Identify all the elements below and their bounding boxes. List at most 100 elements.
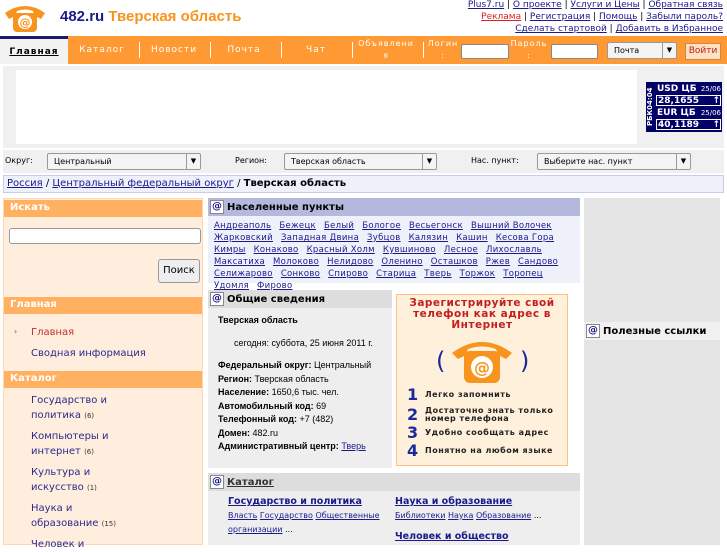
banner-ad-slot[interactable] xyxy=(16,70,637,144)
ad-benefit: 3 Удобно сообщать адрес xyxy=(407,423,549,442)
catalog-section-science: Наука и образование Библиотеки Наука Обра… xyxy=(395,496,542,520)
search-button[interactable]: Поиск xyxy=(158,259,200,283)
town-link[interactable]: Сонково xyxy=(281,269,320,279)
service-select[interactable]: Почта ▼ xyxy=(607,42,677,59)
town-link[interactable]: Конаково xyxy=(254,245,299,255)
login-input[interactable] xyxy=(461,44,509,59)
usd-value: 28,1655 xyxy=(658,95,699,106)
top-links-row2: Реклама | Регистрация | Помощь | Забыли … xyxy=(481,12,723,22)
svg-text:(: ( xyxy=(436,347,445,375)
catalog-link[interactable]: Библиотеки xyxy=(395,511,445,520)
currency-widget[interactable]: РБК04:04 USD ЦБ 25/06 28,1655 ↑ EUR ЦБ 25/0… xyxy=(646,82,722,132)
link-about[interactable]: О проекте xyxy=(513,0,562,10)
top-links-row3: Сделать стартовой | Добавить в Избранное xyxy=(515,24,723,34)
nav-tab-chat[interactable]: Чат xyxy=(284,36,348,64)
town-link[interactable]: Западная Двина xyxy=(281,233,359,243)
town-link[interactable]: Старица xyxy=(376,269,416,279)
breadcrumb-okrug[interactable]: Центральный федеральный округ xyxy=(52,178,233,189)
place-select[interactable]: Выберите нас. пункт ▼ xyxy=(537,153,691,170)
sidebar-cat-politics[interactable]: Государство и политика (6) xyxy=(31,393,131,424)
sidebar-cat-culture[interactable]: Культура и искусство (1) xyxy=(31,465,131,496)
catalog-section-title[interactable]: Наука и образование xyxy=(395,496,512,507)
sidebar-item-home[interactable]: Главная xyxy=(31,325,74,340)
link-help[interactable]: Помощь xyxy=(599,12,637,22)
info-panel: @ Общие сведения Тверская область сегодня… xyxy=(208,290,392,468)
town-link[interactable]: Калязин xyxy=(409,233,449,243)
ad-benefit: 4 Понятно на любом языке xyxy=(407,441,553,460)
town-link[interactable]: Тверь xyxy=(424,269,451,279)
link-feedback[interactable]: Обратная связь xyxy=(648,0,723,10)
town-link[interactable]: Бологое xyxy=(362,221,401,231)
nav-tab-catalog[interactable]: Каталог xyxy=(70,36,134,64)
link-forgot-password[interactable]: Забыли пароль? xyxy=(646,12,723,22)
login-button[interactable]: Войти xyxy=(685,43,721,60)
info-row-center: Административный центр: Тверь xyxy=(218,441,366,451)
catalog-section-title[interactable]: Государство и политика xyxy=(228,496,362,507)
sidebar-cat-science[interactable]: Наука и образование (15) xyxy=(31,501,131,532)
link-register[interactable]: Регистрация xyxy=(530,12,590,22)
nav-tab-ads[interactable]: Объявлени я xyxy=(356,36,416,64)
ad-benefit: 1 Легко запомнить xyxy=(407,385,511,404)
region-select[interactable]: Тверская область ▼ xyxy=(284,153,437,170)
nav-tab-home[interactable]: Главная xyxy=(0,36,68,64)
town-link[interactable]: Сандово xyxy=(518,257,558,267)
at-icon: @ xyxy=(210,475,224,489)
town-link[interactable]: Осташков xyxy=(431,257,478,267)
town-link[interactable]: Весьегонск xyxy=(409,221,463,231)
at-icon: @ xyxy=(586,324,600,338)
link-add-favorites[interactable]: Добавить в Избранное xyxy=(616,24,723,34)
town-link[interactable]: Оленино xyxy=(381,257,422,267)
catalog-link[interactable]: Власть xyxy=(228,511,257,520)
breadcrumb-russia[interactable]: Россия xyxy=(7,178,43,189)
catalog-section-title[interactable]: Человек и общество xyxy=(395,531,509,542)
town-link[interactable]: Кимры xyxy=(214,245,246,255)
town-link[interactable]: Вышний Волочек xyxy=(471,221,552,231)
okrug-select[interactable]: Центральный ▼ xyxy=(47,153,201,170)
svg-text:@: @ xyxy=(474,358,490,377)
town-link[interactable]: Селижарово xyxy=(214,269,273,279)
catalog-link[interactable]: Наука xyxy=(448,511,473,520)
town-link[interactable]: Максатиха xyxy=(214,257,265,267)
search-input[interactable] xyxy=(9,228,201,244)
town-link[interactable]: Жарковский xyxy=(214,233,273,243)
arrow-up-icon: ↑ xyxy=(712,119,720,130)
town-link[interactable]: Андреаполь xyxy=(214,221,271,231)
town-link[interactable]: Лихославль xyxy=(486,245,542,255)
towns-list: Андреаполь Бежецк Белый Бологое Весьегон… xyxy=(208,216,580,296)
link-services[interactable]: Услуги и Цены xyxy=(571,0,640,10)
town-link[interactable]: Нелидово xyxy=(327,257,373,267)
town-link[interactable]: Ржев xyxy=(486,257,510,267)
link-plus7[interactable]: Plus7.ru xyxy=(468,0,504,10)
site-title: 482.ru Тверская область xyxy=(60,8,241,25)
town-link[interactable]: Красный Холм xyxy=(307,245,375,255)
town-link[interactable]: Зубцов xyxy=(367,233,401,243)
phone-at-icon: () @ xyxy=(436,342,529,383)
town-link[interactable]: Кашин xyxy=(456,233,488,243)
town-link[interactable]: Лесное xyxy=(444,245,478,255)
logo-phone-icon: @ xyxy=(5,6,45,32)
ad-title: Зарегистрируйте свой телефон как адрес в… xyxy=(409,297,555,331)
town-link[interactable]: Торжок xyxy=(460,269,496,279)
catalog-title-link[interactable]: Каталог xyxy=(227,477,274,488)
nav-tab-mail[interactable]: Почта xyxy=(212,36,276,64)
catalog-link[interactable]: Государство xyxy=(260,511,313,520)
nav-tab-news[interactable]: Новости xyxy=(142,36,206,64)
town-link[interactable]: Белый xyxy=(324,221,354,231)
town-link[interactable]: Бежецк xyxy=(279,221,316,231)
sidebar-cat-computers[interactable]: Компьютеры и интернет (6) xyxy=(31,429,131,460)
region-label: Регион: xyxy=(235,156,267,165)
link-ads[interactable]: Реклама xyxy=(481,12,521,22)
catalog-link[interactable]: Образование xyxy=(476,511,531,520)
link-tver[interactable]: Тверь xyxy=(341,441,365,451)
link-make-homepage[interactable]: Сделать стартовой xyxy=(515,24,607,34)
town-link[interactable]: Кесова Гора xyxy=(496,233,554,243)
breadcrumb-current: Тверская область xyxy=(243,178,347,189)
town-link[interactable]: Кувшиново xyxy=(383,245,436,255)
chevron-down-icon: ▼ xyxy=(422,154,436,169)
town-link[interactable]: Спирово xyxy=(328,269,368,279)
password-input[interactable] xyxy=(551,44,598,59)
sidebar-item-summary[interactable]: Сводная информация xyxy=(31,346,146,361)
town-link[interactable]: Молоково xyxy=(273,257,319,267)
phone-ad-banner[interactable]: Зарегистрируйте свой телефон как адрес в… xyxy=(396,294,568,466)
town-link[interactable]: Торопец xyxy=(503,269,543,279)
